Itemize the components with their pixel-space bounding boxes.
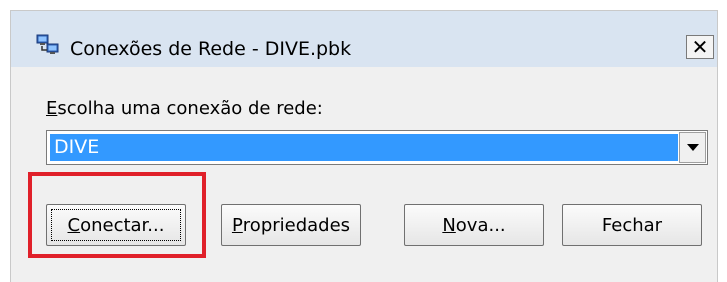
annotation-highlight-box: [28, 172, 206, 258]
new-button[interactable]: Nova...: [404, 204, 544, 246]
chevron-down-icon: [686, 144, 699, 151]
close-button[interactable]: Fechar: [562, 204, 702, 246]
connection-select-value: DIVE: [50, 134, 678, 161]
dropdown-button[interactable]: [679, 132, 706, 163]
window-title: Conexões de Rede - DIVE.pbk: [70, 38, 352, 60]
properties-button[interactable]: Propriedades: [221, 204, 361, 246]
network-connection-icon: [35, 33, 61, 57]
title-bar: Conexões de Rede - DIVE.pbk ✕: [11, 11, 717, 67]
close-icon: ✕: [691, 35, 709, 59]
connection-select-label: Escolha uma conexão de rede:: [46, 98, 323, 119]
connection-select[interactable]: DIVE: [46, 130, 708, 165]
close-window-button[interactable]: ✕: [686, 35, 714, 59]
